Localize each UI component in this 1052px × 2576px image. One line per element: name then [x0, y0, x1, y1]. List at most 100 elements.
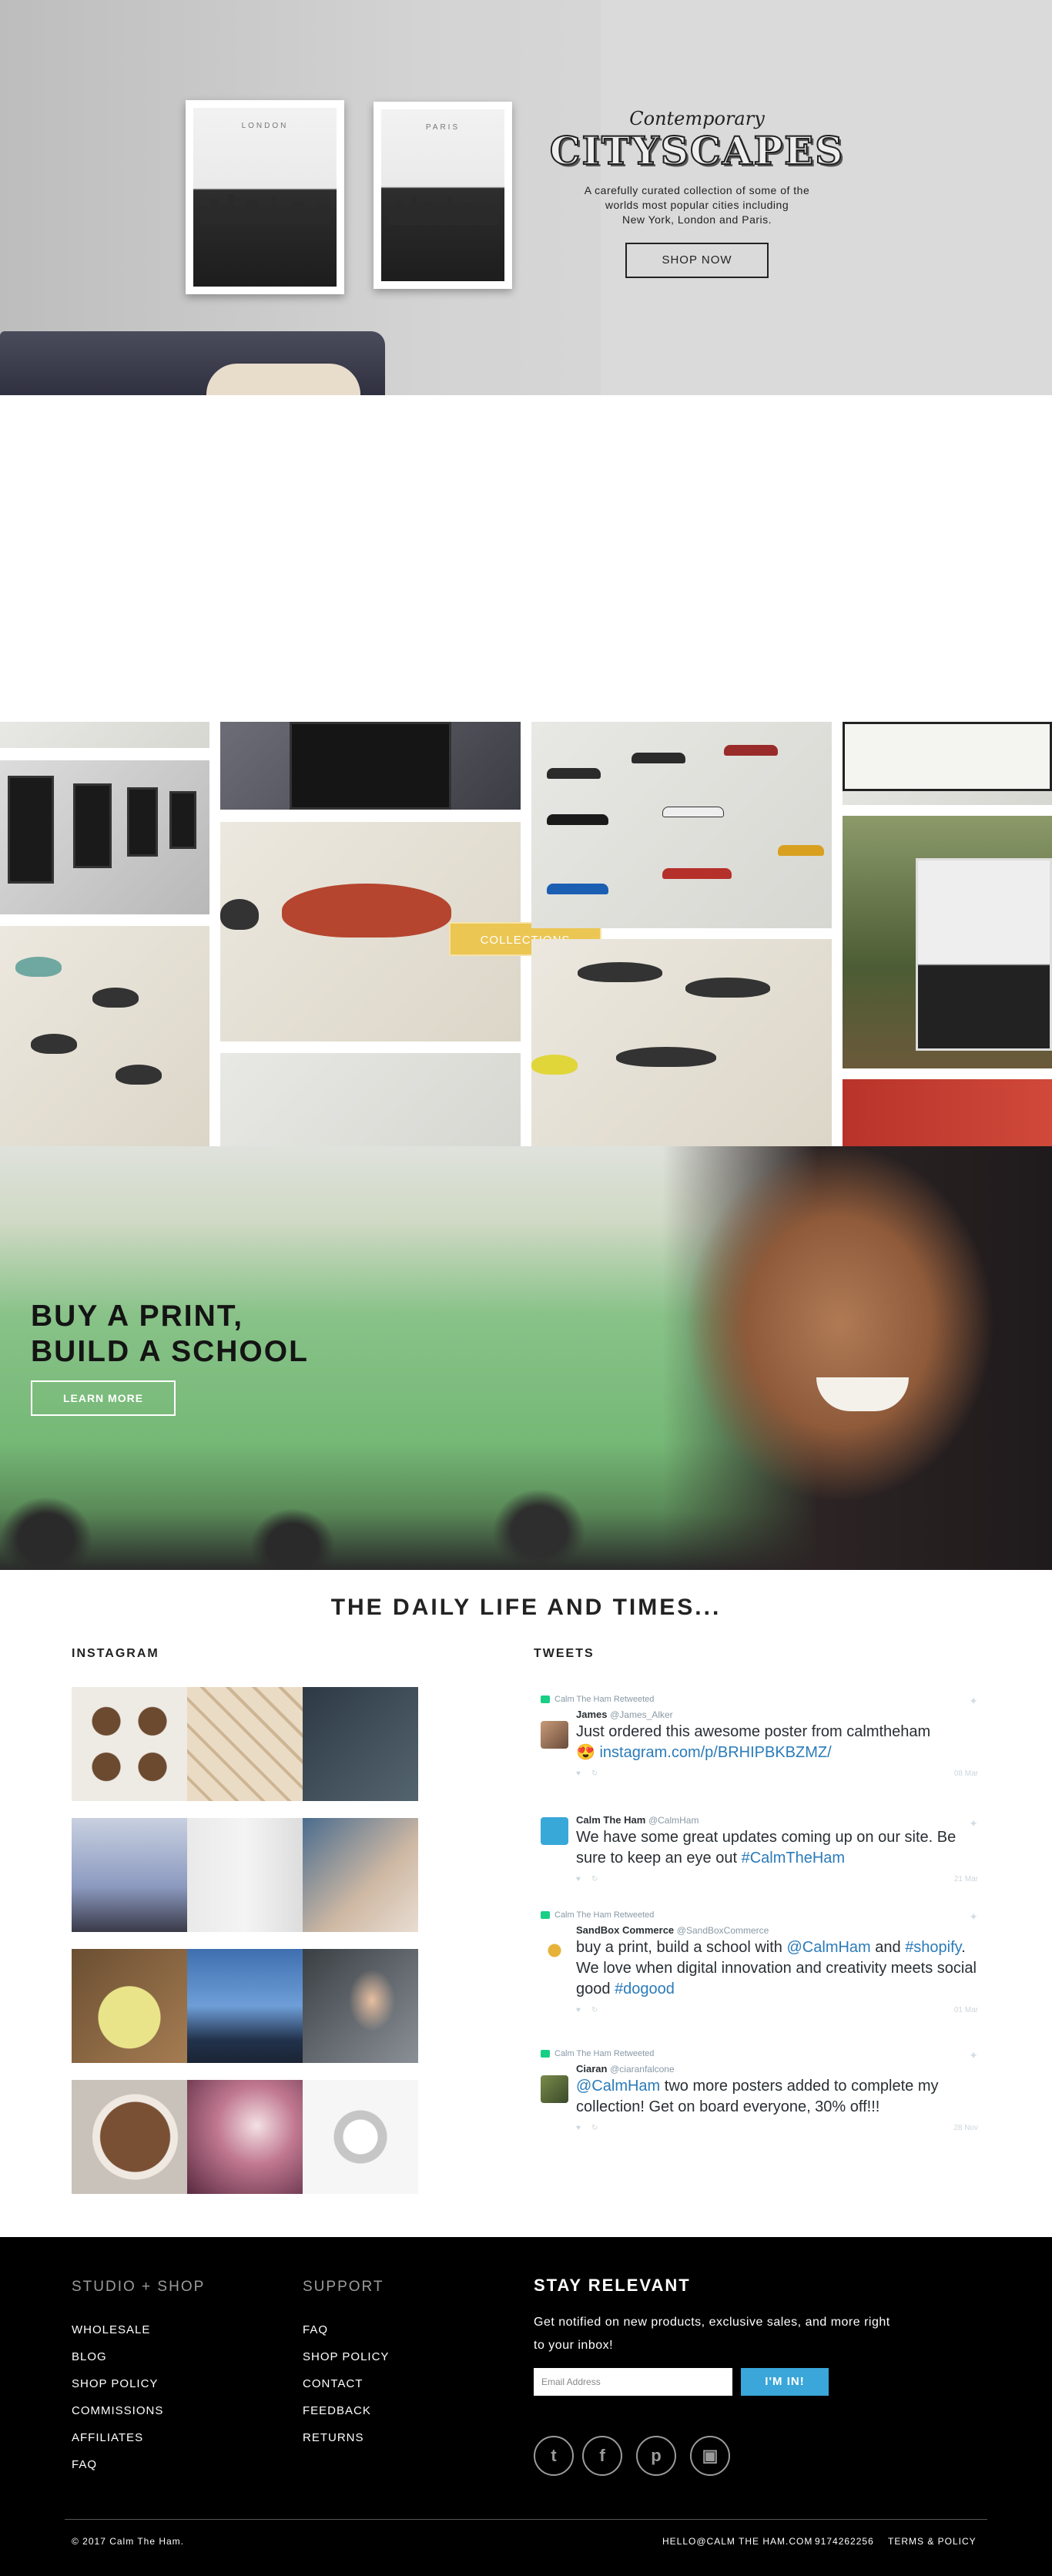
tweet: Calm The Ham Retweeted ✦ SandBox Commerc…	[539, 1910, 978, 2018]
collage-tile-bikes[interactable]	[531, 939, 832, 1146]
footer-link-contact[interactable]: CONTACT	[303, 2377, 389, 2404]
instagram-photo[interactable]	[187, 1818, 303, 1932]
avatar[interactable]	[541, 1817, 568, 1845]
footer-link-faq[interactable]: FAQ	[303, 2323, 389, 2350]
build-a-school-banner: BUY A PRINT, BUILD A SCHOOL LEARN MORE	[0, 1146, 1052, 1570]
tweet-date[interactable]: 01 Mar	[954, 2006, 978, 2014]
email-field[interactable]	[534, 2368, 732, 2396]
twitter-icon[interactable]: t	[534, 2436, 574, 2476]
collage-tile-dark-poster[interactable]	[220, 722, 521, 810]
avatar[interactable]	[541, 1937, 568, 1964]
collage-tile-scooters[interactable]	[0, 926, 209, 1146]
hero-description-line: New York, London and Paris.	[621, 213, 772, 226]
instagram-photo[interactable]	[187, 1949, 303, 2063]
tweet-text: Just ordered this awesome poster from ca…	[576, 1722, 978, 1763]
facebook-icon[interactable]: f	[582, 2436, 622, 2476]
collage-tile-red[interactable]	[843, 1079, 1052, 1146]
tweet-body: Ciaran @ciaranfalcone @CalmHam two more …	[576, 2063, 978, 2136]
avatar[interactable]	[541, 2075, 568, 2103]
hero-description-line: A carefully curated collection of some o…	[584, 184, 810, 196]
instagram-photo[interactable]	[303, 2080, 418, 2194]
twitter-bird-icon: ✦	[969, 1910, 978, 1923]
tweet-author: Calm The Ham @CalmHam	[576, 1814, 978, 1826]
tweet-date[interactable]: 21 Mar	[954, 1875, 978, 1883]
heart-icon[interactable]: ♥	[576, 2124, 591, 2132]
footer-link-shop-policy[interactable]: SHOP POLICY	[303, 2350, 389, 2377]
tweet: ✦ Calm The Ham @CalmHam We have some gre…	[539, 1814, 978, 1887]
footer-link-commissions[interactable]: COMMISSIONS	[72, 2404, 163, 2431]
footer-link-wholesale[interactable]: WHOLESALE	[72, 2323, 163, 2350]
footer-heading-studio: STUDIO + SHOP	[72, 2279, 206, 2295]
tweet-handle[interactable]: @ciaranfalcone	[610, 2064, 675, 2075]
collage-tile-denver[interactable]	[843, 816, 1052, 1068]
footer-link-feedback[interactable]: FEEDBACK	[303, 2404, 389, 2431]
tweet-link[interactable]: instagram.com/p/BRHIPBKBZMZ/	[599, 1744, 831, 1761]
collage-tile-cars[interactable]	[531, 722, 832, 928]
retweet-icon[interactable]: ↻	[591, 2124, 608, 2132]
tweet-meta: ♥↻ 21 Mar	[576, 1875, 978, 1887]
retweet-icon[interactable]: ↻	[591, 1769, 608, 1778]
tweet-author-name[interactable]: Calm The Ham	[576, 1814, 645, 1826]
subscribe-button[interactable]: I'M IN!	[741, 2368, 829, 2396]
shop-now-button[interactable]: SHOP NOW	[625, 243, 769, 278]
instagram-photo[interactable]	[72, 2080, 187, 2194]
collage-tile-frames-wall[interactable]	[0, 760, 209, 914]
newsletter-description: Get notified on new products, exclusive …	[534, 2316, 890, 2352]
tweets-label: TWEETS	[534, 1647, 595, 1660]
tweet-hashtag[interactable]: #dogood	[615, 1981, 675, 1997]
instagram-photo[interactable]	[72, 1687, 187, 1801]
twitter-bird-icon: ✦	[969, 1695, 978, 1707]
footer-link-faq[interactable]: FAQ	[72, 2458, 163, 2485]
hero-copy: Contemporary CITYSCAPES A carefully cura…	[539, 108, 855, 278]
heart-icon[interactable]: ♥	[576, 1875, 591, 1883]
footer-terms-link[interactable]: TERMS & POLICY	[888, 2536, 977, 2547]
tweet-hashtag[interactable]: #shopify	[905, 1939, 961, 1956]
instagram-photo[interactable]	[72, 1949, 187, 2063]
tweet-author: SandBox Commerce @SandBoxCommerce	[576, 1924, 978, 1936]
hero-description: A carefully curated collection of some o…	[539, 183, 855, 227]
collage-tile[interactable]	[0, 722, 209, 748]
tweet-date[interactable]: 08 Mar	[954, 1769, 978, 1778]
heart-icon[interactable]: ♥	[576, 2006, 591, 2014]
collections-collage: COLLECTIONS	[0, 722, 1052, 1146]
tweet-author-name[interactable]: James	[576, 1709, 607, 1720]
footer-link-returns[interactable]: RETURNS	[303, 2431, 389, 2458]
instagram-photo[interactable]	[187, 2080, 303, 2194]
instagram-photo[interactable]	[303, 1818, 418, 1932]
retweet-icon[interactable]: ↻	[591, 1875, 608, 1883]
tweet-handle[interactable]: @SandBoxCommerce	[677, 1925, 769, 1936]
footer-link-shop-policy[interactable]: SHOP POLICY	[72, 2377, 163, 2404]
instagram-photo[interactable]	[303, 1687, 418, 1801]
tweet-author: James @James_Alker	[576, 1709, 978, 1720]
footer-link-blog[interactable]: BLOG	[72, 2350, 163, 2377]
heart-icon[interactable]: ♥	[576, 1769, 591, 1778]
instagram-photo[interactable]	[72, 1818, 187, 1932]
tweet-hashtag[interactable]: #CalmTheHam	[742, 1850, 845, 1867]
tweet-handle[interactable]: @CalmHam	[648, 1815, 699, 1826]
footer-email-link[interactable]: HELLO@CALM THE HAM.COM	[662, 2536, 812, 2547]
footer-phone[interactable]: 9174262256	[815, 2536, 874, 2547]
instagram-icon[interactable]: ▣	[690, 2436, 730, 2476]
collage-tile-car-poster[interactable]	[843, 722, 1052, 805]
tweet-date[interactable]: 28 Nov	[953, 2124, 978, 2132]
retweet-icon[interactable]: ↻	[591, 2006, 608, 2014]
learn-more-button[interactable]: LEARN MORE	[31, 1380, 176, 1416]
emoji-icon: 😍	[576, 1744, 595, 1761]
tweet-mention[interactable]: @CalmHam	[787, 1939, 871, 1956]
instagram-photo[interactable]	[187, 1687, 303, 1801]
tweet-handle[interactable]: @James_Alker	[610, 1709, 673, 1720]
retweet-label: Calm The Ham Retweeted	[539, 1910, 978, 1920]
tweet-mention[interactable]: @CalmHam	[576, 2078, 660, 2095]
pinterest-icon[interactable]: p	[636, 2436, 676, 2476]
collage-tile-planes[interactable]	[220, 1053, 521, 1146]
hero-description-line: worlds most popular cities including	[605, 199, 789, 211]
footer-link-affiliates[interactable]: AFFILIATES	[72, 2431, 163, 2458]
tweet-author-name[interactable]: Ciaran	[576, 2063, 607, 2075]
tweet-author-name[interactable]: SandBox Commerce	[576, 1924, 674, 1936]
tweet-actions: ♥↻	[576, 1769, 608, 1778]
instagram-photo[interactable]	[303, 1949, 418, 2063]
avatar[interactable]	[541, 1721, 568, 1749]
tweet-text-content: and	[870, 1939, 906, 1956]
poster-city-label: LONDON	[241, 122, 289, 130]
tweet-body: SandBox Commerce @SandBoxCommerce buy a …	[576, 1924, 978, 2018]
